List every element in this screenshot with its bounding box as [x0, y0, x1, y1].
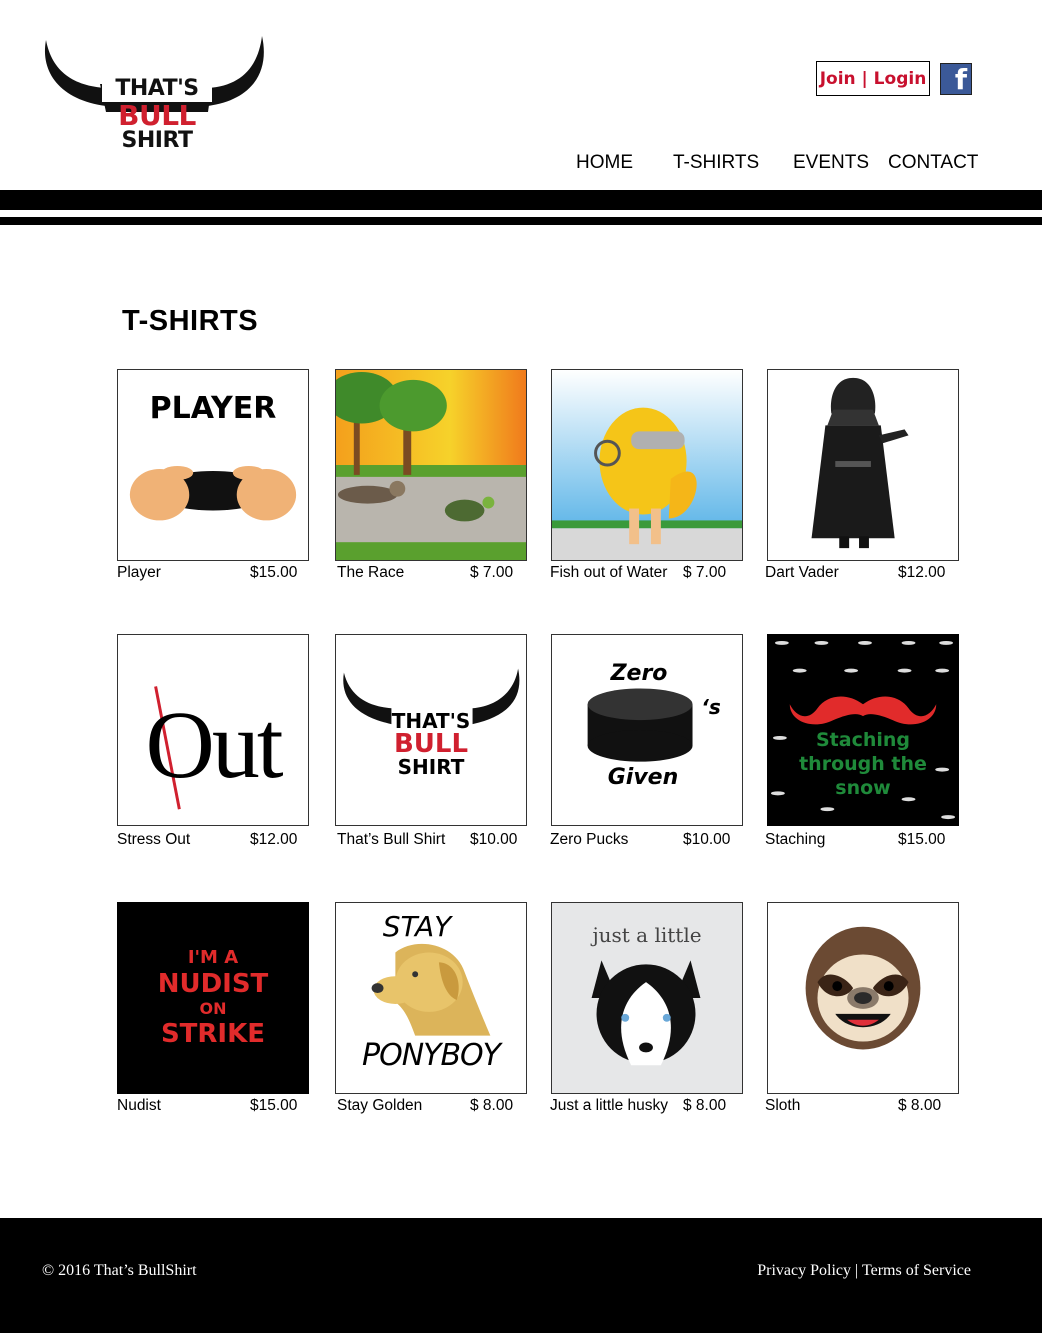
product-price: $10.00	[683, 831, 731, 848]
product-name[interactable]: Zero Pucks	[550, 831, 628, 849]
golden-art-line-2: PONYBOY	[362, 1038, 501, 1073]
product-image-dart-vader[interactable]	[767, 369, 959, 561]
product-price: $ 8.00	[683, 1097, 727, 1114]
nav-contact[interactable]: CONTACT	[888, 152, 978, 174]
bull-art-line-2: BULL	[393, 729, 469, 759]
zero-art-line-1: Zero	[610, 661, 668, 686]
product-price: $15.00	[898, 831, 946, 848]
logo-wordmark: THAT'S BULL SHIRT	[102, 76, 212, 152]
product-image-thats-bull-shirt[interactable]: THAT'S BULL SHIRT	[335, 634, 527, 826]
product-image-just-a-little-husky[interactable]: just a little	[551, 902, 743, 1094]
husky-art-text: just a little	[592, 923, 702, 947]
product-image-sloth[interactable]	[767, 902, 959, 1094]
golden-art-line-1: STAY	[382, 910, 452, 943]
product-price: $ 7.00	[470, 564, 514, 581]
product-price: $12.00	[250, 831, 298, 848]
product-name[interactable]: Dart Vader	[765, 564, 839, 582]
staching-art-line-2: through the	[799, 753, 927, 775]
product-name[interactable]: Player	[117, 564, 161, 582]
footer-legal-links: Privacy Policy | Terms of Service	[757, 1262, 971, 1280]
product-name[interactable]: Just a little husky	[550, 1097, 668, 1115]
header-stripe-thick	[0, 190, 1042, 210]
terms-of-service-link[interactable]: Terms of Service	[862, 1262, 971, 1279]
product-image-zero-pucks[interactable]: Zero ‘s Given	[551, 634, 743, 826]
product-image-player[interactable]: PLAYER	[117, 369, 309, 561]
site-footer: © 2016 That’s BullShirt Privacy Policy |…	[0, 1218, 1042, 1333]
zero-art-line-2: ‘s	[701, 695, 721, 719]
product-name[interactable]: That’s Bull Shirt	[337, 831, 445, 849]
site-logo[interactable]: THAT'S BULL SHIRT	[40, 32, 268, 164]
nav-events[interactable]: EVENTS	[793, 152, 869, 174]
staching-art-line-1: Staching	[815, 729, 911, 751]
bull-art-line-1: THAT'S	[391, 709, 471, 733]
nudist-art-line-2: NUDIST	[157, 969, 269, 999]
product-name[interactable]: Stress Out	[117, 831, 190, 849]
product-price: $15.00	[250, 1097, 298, 1114]
nav-tshirts[interactable]: T-SHIRTS	[673, 152, 759, 174]
zero-art-line-3: Given	[607, 765, 679, 790]
nav-home[interactable]: HOME	[576, 152, 633, 174]
header-stripe-thin	[0, 217, 1042, 225]
product-price: $15.00	[250, 564, 298, 581]
product-name[interactable]: Staching	[765, 831, 825, 849]
product-image-nudist[interactable]: I'M A NUDIST ON STRIKE	[117, 902, 309, 1094]
product-image-stress-out[interactable]: Out	[117, 634, 309, 826]
logo-line-3: SHIRT	[121, 128, 193, 153]
product-image-fish-out-of-water[interactable]	[551, 369, 743, 561]
copyright-text: © 2016 That’s BullShirt	[42, 1262, 197, 1279]
facebook-icon[interactable]: f	[940, 63, 972, 95]
logo-line-2: BULL	[118, 99, 196, 132]
nudist-art-line-3: ON	[199, 999, 227, 1018]
privacy-policy-link[interactable]: Privacy Policy	[757, 1262, 851, 1279]
nudist-art-line-1: I'M A	[187, 947, 239, 968]
product-price: $10.00	[470, 831, 518, 848]
product-name[interactable]: Stay Golden	[337, 1097, 422, 1115]
product-image-the-race[interactable]	[335, 369, 527, 561]
product-name[interactable]: Fish out of Water	[550, 564, 667, 582]
product-price: $12.00	[898, 564, 946, 581]
staching-art-line-3: snow	[835, 777, 891, 799]
product-name[interactable]: Nudist	[117, 1097, 161, 1115]
product-price: $ 7.00	[683, 564, 727, 581]
page-title: T-SHIRTS	[122, 305, 259, 337]
product-name[interactable]: The Race	[337, 564, 404, 582]
product-price: $ 8.00	[898, 1097, 942, 1114]
stress-out-art-text: Out	[145, 691, 284, 798]
product-price: $ 8.00	[470, 1097, 514, 1114]
player-art-text: PLAYER	[149, 391, 277, 426]
footer-separator: |	[855, 1262, 859, 1279]
nudist-art-line-4: STRIKE	[160, 1019, 266, 1049]
product-image-stay-golden[interactable]: STAY PONYBOY	[335, 902, 527, 1094]
join-login-button[interactable]: Join | Login	[816, 61, 930, 96]
product-image-staching[interactable]: Staching through the snow	[767, 634, 959, 826]
product-name[interactable]: Sloth	[765, 1097, 800, 1115]
bull-art-line-3: SHIRT	[397, 755, 465, 779]
